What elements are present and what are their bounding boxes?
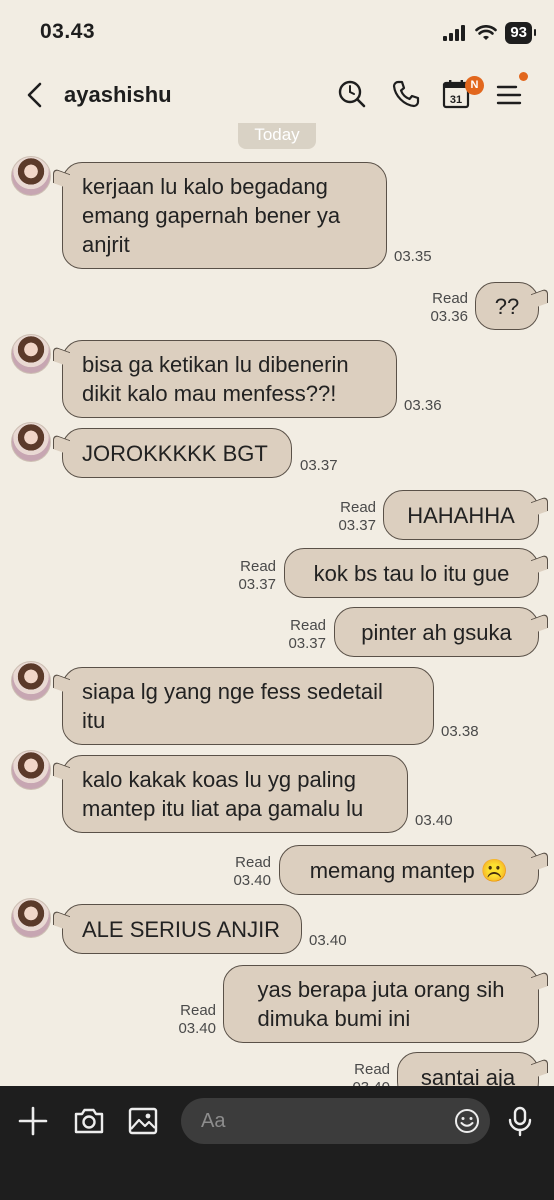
signal-icon [443,25,466,41]
menu-notification-dot [519,72,528,81]
message-read-status: Read 03.36 [430,290,468,325]
outgoing-message-bubble[interactable]: ?? [475,282,539,330]
outgoing-message-bubble[interactable]: kok bs tau lo itu gue [284,548,539,598]
contact-avatar[interactable] [11,750,51,790]
message-read-status: Read 03.37 [338,499,376,534]
contact-avatar[interactable] [11,156,51,196]
phone-icon[interactable] [390,78,422,110]
incoming-message-bubble[interactable]: JOROKKKKK BGT [62,428,292,478]
wifi-icon [475,25,498,40]
message-read-status: Read 03.37 [288,617,326,652]
message-read-status: Read03.40 [233,854,271,889]
outgoing-message-bubble[interactable]: memang mantep ☹️ [279,845,539,895]
contact-avatar[interactable] [11,334,51,374]
outgoing-message-bubble[interactable]: yas berapa juta orang sih dimuka bumi in… [223,965,539,1043]
menu-icon[interactable] [493,78,525,110]
contact-avatar[interactable] [11,661,51,701]
calendar-notification-badge: N [465,76,484,95]
message-read-status: Read03.40 [178,1002,216,1037]
incoming-message-bubble[interactable]: kerjaan lu kalo begadang emang gapernah … [62,162,387,269]
message-time: 03.36 [404,397,442,414]
message-time: 03.40 [415,812,453,829]
microphone-icon[interactable] [503,1104,537,1138]
status-icons: 93 [443,22,536,44]
contact-name[interactable]: ayashishu [64,82,172,108]
message-input[interactable] [201,1106,441,1136]
emoji-icon[interactable] [454,1108,480,1134]
message-composer[interactable] [181,1098,490,1144]
message-time: 03.37 [300,457,338,474]
incoming-message-bubble[interactable]: siapa lg yang nge fess sedetail itu [62,667,434,745]
incoming-message-bubble[interactable]: ALE SERIUS ANJIR [62,904,302,954]
date-separator: Today [238,123,316,149]
outgoing-message-bubble[interactable]: HAHAHHA [383,490,539,540]
message-read-status: Read 03.37 [238,558,276,593]
message-time: 03.40 [309,932,347,949]
image-icon[interactable] [126,1104,160,1138]
plus-icon[interactable] [16,1104,50,1138]
message-time: 03.35 [394,248,432,265]
contact-avatar[interactable] [11,898,51,938]
input-bar [0,1086,554,1200]
status-time: 03.43 [40,20,96,43]
incoming-message-bubble[interactable]: bisa ga ketikan lu dibenerin dikit kalo … [62,340,397,418]
message-time: 03.38 [441,723,479,740]
status-bar: 03.43 93 [0,0,554,66]
contact-avatar[interactable] [11,422,51,462]
back-chevron-icon[interactable] [22,80,48,110]
incoming-message-bubble[interactable]: kalo kakak koas lu yg paling mantep itu … [62,755,408,833]
calendar-day: 31 [450,94,462,106]
outgoing-message-bubble[interactable]: pinter ah gsuka [334,607,539,657]
battery-indicator: 93 [505,22,536,44]
camera-icon[interactable] [72,1104,106,1138]
search-icon[interactable] [336,78,368,110]
